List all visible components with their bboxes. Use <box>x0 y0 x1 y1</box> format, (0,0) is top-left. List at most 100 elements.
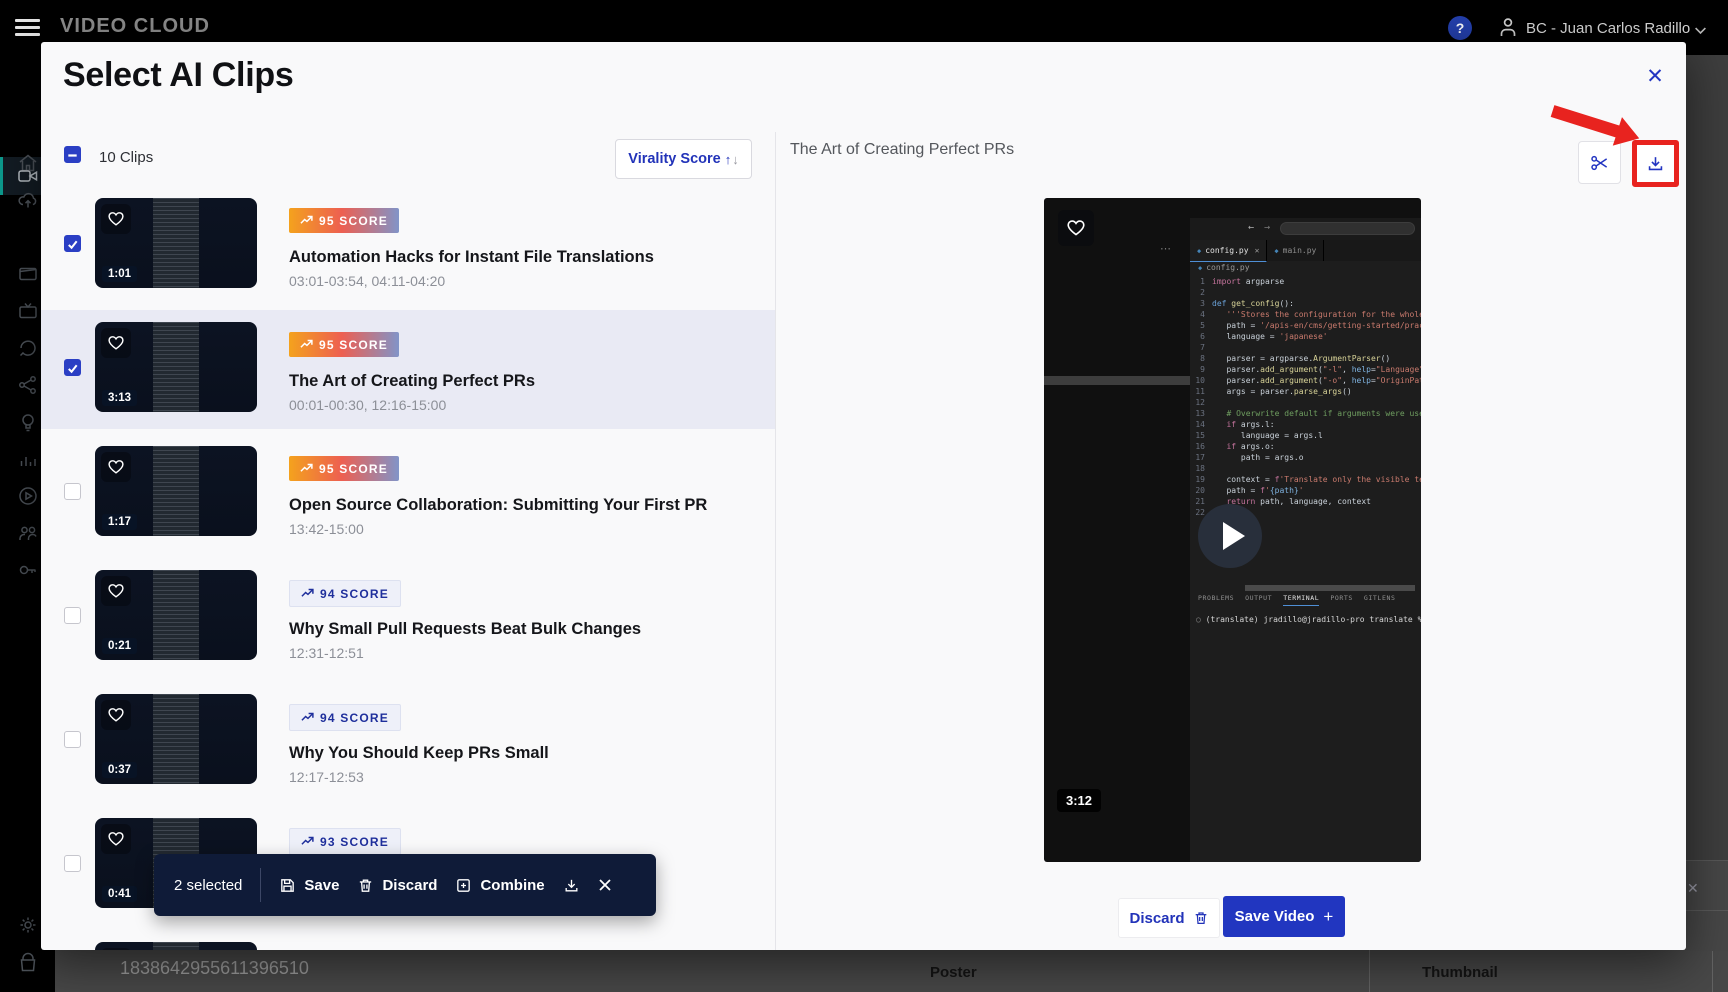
favorite-icon[interactable] <box>1058 210 1094 246</box>
clip-checkbox[interactable] <box>64 235 81 252</box>
clip-title: The Art of Creating Perfect PRs <box>289 372 535 391</box>
annotation-arrow <box>1549 100 1641 157</box>
virality-score-badge: 94 SCORE <box>289 580 401 607</box>
favorite-icon[interactable] <box>101 948 131 950</box>
editor-panel-tabs: PROBLEMS OUTPUT TERMINAL PORTS GITLENS <box>1198 594 1395 606</box>
clip-duration: 0:21 <box>102 638 137 654</box>
clip-checkbox[interactable] <box>64 359 81 376</box>
tab-close-icon[interactable]: ✕ <box>1255 246 1260 255</box>
clip-checkbox[interactable] <box>64 855 81 872</box>
editor-tab-config.py[interactable]: ◆config.py✕ <box>1190 240 1267 262</box>
clip-row[interactable]: 0:2194 SCOREWhy Small Pull Requests Beat… <box>41 570 775 688</box>
panel-tab-problems[interactable]: PROBLEMS <box>1198 594 1234 606</box>
download-selected-button[interactable] <box>563 877 580 894</box>
panel-divider <box>775 132 776 950</box>
code-line: 5 path = '/apis-en/cms/getting-started/p… <box>1190 320 1421 331</box>
code-line: 13 # Overwrite default if arguments were… <box>1190 408 1421 419</box>
virality-score-badge: 93 SCORE <box>289 828 401 855</box>
sidebar-item-settings-icon[interactable] <box>16 913 40 937</box>
discard-button[interactable]: Discard <box>357 877 437 894</box>
panel-tab-ports[interactable]: PORTS <box>1330 594 1353 606</box>
clip-thumbnail[interactable]: 1:01 <box>95 198 257 288</box>
background-close-icon: ✕ <box>1687 880 1699 897</box>
panel-tab-terminal[interactable]: TERMINAL <box>1283 594 1319 606</box>
sidebar-item-analytics-icon[interactable] <box>16 447 40 471</box>
trend-up-icon <box>300 462 313 476</box>
clip-row[interactable] <box>41 942 775 950</box>
play-button[interactable] <box>1198 504 1262 568</box>
sidebar-item-media-icon[interactable] <box>16 262 40 286</box>
thumbnail-image <box>153 446 198 536</box>
code-line: 8 parser = argparse.ArgumentParser() <box>1190 353 1421 364</box>
user-menu[interactable]: BC - Juan Carlos Radillo <box>1526 20 1690 37</box>
sidebar-item-users-icon[interactable] <box>16 521 40 545</box>
favorite-icon[interactable] <box>101 576 131 606</box>
clip-checkbox[interactable] <box>64 607 81 624</box>
hamburger-menu-icon[interactable] <box>15 19 40 36</box>
trend-up-icon <box>301 835 314 849</box>
panel-tab-output[interactable]: OUTPUT <box>1245 594 1272 606</box>
sidebar-item-activity-icon[interactable] <box>16 336 40 360</box>
sidebar-item-playback-icon[interactable] <box>16 484 40 508</box>
favorite-icon[interactable] <box>101 700 131 730</box>
clip-time-range: 00:01-00:30, 12:16-15:00 <box>289 397 446 413</box>
sidebar-item-videos-icon[interactable] <box>16 164 40 188</box>
video-cloud-logo: VIDEO CLOUD <box>60 15 210 38</box>
clip-checkbox[interactable] <box>64 731 81 748</box>
clip-thumbnail[interactable] <box>95 942 257 950</box>
save-button[interactable]: Save <box>279 877 339 894</box>
panel-tab-gitlens[interactable]: GITLENS <box>1364 594 1396 606</box>
panel-border <box>1712 950 1713 992</box>
sidebar-item-marketplace-icon[interactable] <box>16 951 40 975</box>
modal-close-button[interactable]: ✕ <box>1641 64 1669 92</box>
sidebar-item-social-icon[interactable] <box>16 373 40 397</box>
editor-breadcrumb: ◆ config.py <box>1198 263 1250 272</box>
clip-row[interactable]: 0:3794 SCOREWhy You Should Keep PRs Smal… <box>41 694 775 812</box>
code-line: 1import argparse <box>1190 276 1421 287</box>
sidebar-item-upload-icon[interactable] <box>16 188 40 212</box>
clip-row[interactable]: 1:0195 SCOREAutomation Hacks for Instant… <box>41 198 775 316</box>
code-line: 16 if args.o: <box>1190 441 1421 452</box>
selection-action-bar: 2 selected Save Discard Combine <box>154 854 656 916</box>
virality-score-badge: 95 SCORE <box>289 456 399 481</box>
python-file-icon: ◆ <box>1197 247 1201 255</box>
video-player[interactable]: ← → ◆config.py✕◆main.py ◆ config.py 1imp… <box>1044 198 1421 862</box>
virality-score-badge: 95 SCORE <box>289 208 399 233</box>
clip-checkbox[interactable] <box>64 483 81 500</box>
clip-duration: 0:41 <box>102 886 137 902</box>
plus-icon: + <box>1323 907 1333 927</box>
code-line: 20 path = f'{path}' <box>1190 485 1421 496</box>
clip-thumbnail[interactable]: 3:13 <box>95 322 257 412</box>
save-video-button[interactable]: Save Video + <box>1223 896 1345 937</box>
help-button[interactable]: ? <box>1448 16 1472 40</box>
favorite-icon[interactable] <box>101 328 131 358</box>
favorite-icon[interactable] <box>101 204 131 234</box>
screen: VIDEO CLOUD ? BC - Juan Carlos Radillo 1… <box>0 0 1728 992</box>
editor-search-box <box>1280 222 1415 235</box>
background-panel-fragment <box>1686 860 1728 951</box>
clip-thumbnail[interactable]: 0:21 <box>95 570 257 660</box>
background-page-strip: 1838642955611396510 Poster Thumbnail <box>55 950 1728 992</box>
combine-button[interactable]: Combine <box>455 877 544 894</box>
close-selection-bar-button[interactable] <box>598 878 612 892</box>
editor-tab-main.py[interactable]: ◆main.py <box>1267 240 1324 261</box>
clip-row[interactable]: 3:1395 SCOREThe Art of Creating Perfect … <box>41 322 775 440</box>
code-line: 18 <box>1190 463 1421 474</box>
code-line: 17 path = args.o <box>1190 452 1421 463</box>
user-icon <box>1496 15 1520 44</box>
clip-row[interactable]: 1:1795 SCOREOpen Source Collaboration: S… <box>41 446 775 564</box>
favorite-icon[interactable] <box>101 824 131 854</box>
sidebar-item-integrations-icon[interactable] <box>16 558 40 582</box>
download-icon <box>563 877 580 894</box>
preview-duration-badge: 3:12 <box>1057 789 1101 812</box>
discard-video-button[interactable]: Discard <box>1118 898 1220 938</box>
clip-thumbnail[interactable]: 1:17 <box>95 446 257 536</box>
clip-thumbnail[interactable]: 0:37 <box>95 694 257 784</box>
code-line: 4 '''Stores the configuration for the wh… <box>1190 309 1421 320</box>
sidebar-item-tv-icon[interactable] <box>16 299 40 323</box>
sidebar-item-insights-icon[interactable] <box>16 410 40 434</box>
chevron-down-icon[interactable] <box>1694 22 1707 40</box>
save-icon <box>279 877 296 894</box>
trash-icon <box>1193 910 1209 926</box>
favorite-icon[interactable] <box>101 452 131 482</box>
